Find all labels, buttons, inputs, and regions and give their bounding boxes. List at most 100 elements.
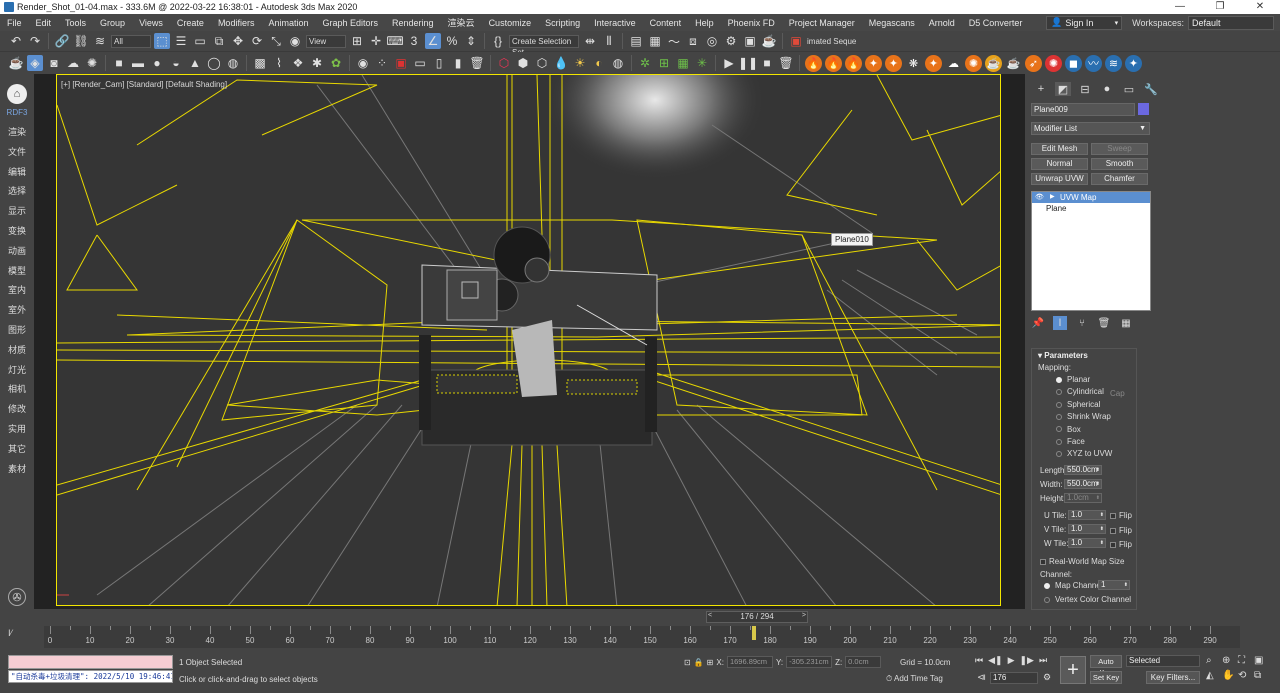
go-to-start-icon[interactable]: ⏮ — [975, 655, 983, 666]
percent-snap-icon[interactable]: % — [444, 33, 460, 49]
left-panel-item[interactable]: 文件 — [0, 143, 34, 163]
grid-green-icon[interactable]: ⊞ — [656, 55, 672, 71]
select-manipulate-icon[interactable]: ✛ — [368, 33, 384, 49]
sun-icon[interactable]: ☀ — [572, 55, 588, 71]
left-panel-item[interactable]: 模型 — [0, 262, 34, 282]
set-key-button[interactable]: Set Key — [1090, 671, 1122, 684]
viewport-label[interactable]: [+] [Render_Cam] [Standard] [Default Sha… — [61, 80, 227, 89]
scatter-icon[interactable]: ✱ — [309, 55, 325, 71]
hdri-icon[interactable]: ◐ — [591, 55, 607, 71]
snaps-toggle-icon[interactable]: 3 — [406, 33, 422, 49]
show-end-result-icon[interactable]: Ⅰ — [1053, 316, 1067, 330]
scale-icon[interactable]: ⤡ — [268, 33, 284, 49]
cube-icon[interactable]: ⬢ — [515, 55, 531, 71]
viewport-panel[interactable]: [+] [Render_Cam] [Standard] [Default Sha… — [34, 74, 1025, 609]
make-unique-icon[interactable]: ⑂ — [1075, 316, 1089, 330]
scene-icon[interactable]: ◈ — [27, 55, 43, 71]
left-panel-item[interactable]: 灯光 — [0, 361, 34, 381]
plane-icon[interactable]: ▬ — [130, 55, 146, 71]
left-panel-item[interactable]: 图形 — [0, 321, 34, 341]
stack-item[interactable]: Plane — [1032, 203, 1150, 214]
modifier-shortcut-button[interactable]: Sweep — [1091, 143, 1148, 155]
menu-item[interactable]: Content — [643, 18, 689, 28]
menu-item[interactable]: Megascans — [862, 18, 922, 28]
time-cursor[interactable] — [752, 626, 756, 640]
cone-icon[interactable]: ▲ — [187, 55, 203, 71]
remove-modifier-icon[interactable]: 🗑 — [1097, 316, 1111, 330]
mapping-radio[interactable]: Face — [1056, 437, 1085, 446]
maxscript-listener-input[interactable] — [8, 655, 173, 669]
select-by-name-icon[interactable]: ☰ — [173, 33, 189, 49]
multi-material-icon[interactable]: ⁘ — [374, 55, 390, 71]
bind-space-warp-icon[interactable]: ≋ — [92, 33, 108, 49]
left-panel-item[interactable]: 相机 — [0, 380, 34, 400]
zoom-icon[interactable]: ⌕ — [1206, 655, 1222, 666]
menu-item[interactable]: Graph Editors — [315, 18, 385, 28]
anim-sequence-label[interactable]: imated Seque — [807, 37, 856, 46]
render-cam-viewport[interactable]: [+] [Render_Cam] [Standard] [Default Sha… — [56, 74, 1001, 606]
left-panel-item[interactable]: 室外 — [0, 301, 34, 321]
pivot-icon[interactable]: ⊞ — [349, 33, 365, 49]
curve-editor-icon[interactable]: 〜 — [666, 33, 682, 49]
play-icon[interactable]: ▶ — [721, 55, 737, 71]
liquid-sim-icon[interactable]: 🔥 — [845, 54, 862, 72]
u-flip-checkbox[interactable]: Flip — [1110, 511, 1132, 520]
left-panel-item[interactable]: 其它 — [0, 440, 34, 460]
menu-item[interactable]: D5 Converter — [962, 18, 1030, 28]
foam-icon[interactable]: ✺ — [965, 54, 982, 72]
ocean-icon[interactable]: ☁ — [945, 54, 962, 72]
render-setup-icon[interactable]: ⚙ — [723, 33, 739, 49]
key-filters-button[interactable]: Key Filters... — [1146, 671, 1200, 684]
decal-icon[interactable]: ❖ — [290, 55, 306, 71]
u-tile-spinner[interactable]: 1.0 ⬍ — [1068, 510, 1106, 520]
next-key-icon[interactable]: ❚▶ — [1020, 655, 1034, 666]
trash-icon[interactable]: 🗑 — [469, 55, 485, 71]
maxscript-output[interactable]: "自动杀毒+垃圾清理": 2022/5/10 19:46:41 — [8, 670, 173, 683]
coffee-icon[interactable]: ☕ — [1005, 54, 1022, 72]
redo-icon[interactable]: ↷ — [27, 33, 43, 49]
mapping-radio[interactable]: Cylindrical — [1056, 387, 1104, 396]
mapping-radio[interactable]: Shrink Wrap — [1056, 412, 1111, 421]
scatter-green-icon[interactable]: ✲ — [637, 55, 653, 71]
array-green-icon[interactable]: ▦ — [675, 55, 691, 71]
cloud-icon[interactable]: ☁ — [65, 55, 81, 71]
menu-item[interactable]: Edit — [29, 18, 59, 28]
move-icon[interactable]: ✥ — [230, 33, 246, 49]
env-icon[interactable]: ◍ — [610, 55, 626, 71]
camera-icon[interactable]: ◙ — [46, 55, 62, 71]
align-icon[interactable]: ⫴ — [601, 33, 617, 49]
object-color-swatch[interactable] — [1138, 103, 1149, 115]
cube-red-icon[interactable]: ⬡ — [496, 55, 512, 71]
left-panel-item[interactable]: 素材 — [0, 460, 34, 480]
menu-item[interactable]: Views — [132, 18, 170, 28]
logo-icon[interactable]: ⌂ — [7, 84, 27, 104]
track-view-icon[interactable]: Ⅰ⁄ — [8, 628, 12, 639]
box-icon[interactable]: ■ — [111, 55, 127, 71]
material-ball-icon[interactable]: ◉ — [355, 55, 371, 71]
undo-icon[interactable]: ↶ — [8, 33, 24, 49]
current-frame-field[interactable]: 176 — [990, 672, 1038, 684]
layer-explorer-icon[interactable]: ▤ — [628, 33, 644, 49]
mapping-radio[interactable]: Spherical — [1056, 400, 1100, 409]
modifier-shortcut-button[interactable]: Normal — [1031, 158, 1088, 170]
stop-icon[interactable]: ■ — [759, 55, 775, 71]
menu-item[interactable]: Animation — [261, 18, 315, 28]
menu-item[interactable]: Tools — [58, 18, 93, 28]
wave-icon[interactable]: 〰 — [1085, 54, 1102, 72]
next-frame-icon[interactable]: > — [802, 612, 806, 619]
menu-item[interactable]: Scripting — [538, 18, 587, 28]
left-panel-item[interactable]: 显示 — [0, 202, 34, 222]
edit-named-selection-icon[interactable]: {} — [490, 33, 506, 49]
mapping-radio[interactable]: XYZ to UVW — [1056, 449, 1112, 458]
unlink-icon[interactable]: ⛓ — [73, 33, 89, 49]
fur-icon[interactable]: ⌇ — [271, 55, 287, 71]
absolute-mode-icon[interactable]: ⊞ — [707, 658, 714, 667]
render-icon[interactable]: ☕ — [761, 33, 777, 49]
selection-filter-dropdown[interactable]: All — [111, 34, 151, 48]
sphere-icon[interactable]: ● — [149, 55, 165, 71]
blue-sim-icon[interactable]: ◼ — [1065, 54, 1082, 72]
track-ruler[interactable]: 0 10 20 30 40 50 60 70 80 90 100 110 120 130 140 150 160… — [44, 626, 1240, 648]
prev-key-icon[interactable]: ◀❚ — [988, 655, 1002, 666]
close-button[interactable]: ✕ — [1240, 0, 1280, 14]
height-spinner[interactable]: 1.0cm ⬍ — [1064, 493, 1102, 503]
